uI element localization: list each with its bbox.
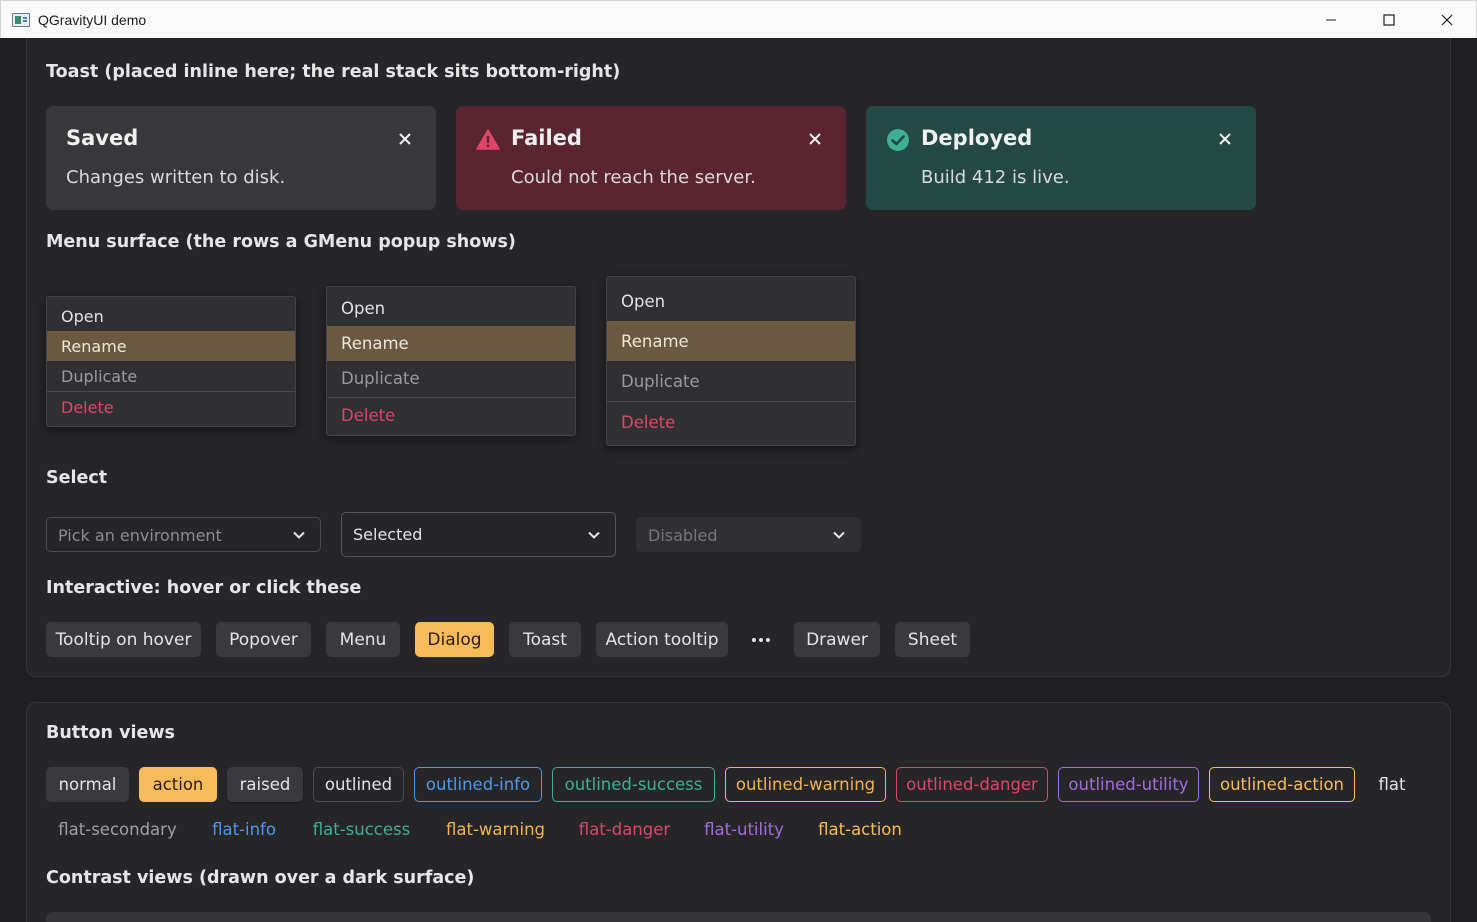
menu-item-duplicate[interactable]: Duplicate: [327, 361, 575, 396]
toast-body: Build 412 is live.: [921, 167, 1070, 188]
toast-close-button[interactable]: [1218, 127, 1232, 151]
select-value: Pick an environment: [58, 526, 222, 545]
button-flat-warning[interactable]: flat-warning: [434, 812, 557, 847]
menu-item-rename[interactable]: Rename: [327, 326, 575, 361]
select-disabled: Disabled: [636, 517, 861, 552]
menu-item-delete[interactable]: Delete: [47, 392, 295, 422]
button-flat-utility[interactable]: flat-utility: [692, 812, 796, 847]
toast-body: Changes written to disk.: [66, 167, 286, 188]
contrast-surface: [46, 912, 1431, 922]
drawer-button[interactable]: Drawer: [794, 622, 880, 657]
button-outlined-warning[interactable]: outlined-warning: [725, 767, 886, 802]
button-flat-success[interactable]: flat-success: [299, 812, 424, 847]
button-flat-action[interactable]: flat-action: [806, 812, 914, 847]
menu-item-open[interactable]: Open: [47, 301, 295, 331]
warning-triangle-icon: [476, 129, 500, 150]
menu-item-delete[interactable]: Delete: [327, 398, 575, 433]
more-horizontal-icon: [752, 637, 770, 642]
contrast-views-heading: Contrast views (drawn over a dark surfac…: [46, 868, 475, 888]
maximize-button[interactable]: [1360, 1, 1418, 38]
button-outlined-success[interactable]: outlined-success: [552, 767, 715, 802]
chevron-down-icon: [588, 531, 600, 539]
window-title: QGravityUI demo: [38, 11, 147, 28]
menu-button[interactable]: Menu: [326, 622, 400, 657]
select-selected[interactable]: Selected: [341, 512, 616, 557]
select-placeholder[interactable]: Pick an environment: [46, 517, 321, 552]
menu-section-heading: Menu surface (the rows a GMenu popup sho…: [46, 232, 516, 252]
button-outlined-action[interactable]: outlined-action: [1209, 767, 1355, 802]
button-outlined-utility[interactable]: outlined-utility: [1058, 767, 1199, 802]
close-window-button[interactable]: [1418, 1, 1476, 38]
menu-small: Open Rename Duplicate Delete: [46, 296, 296, 427]
menu-item-duplicate[interactable]: Duplicate: [607, 361, 855, 401]
toast-failed: Failed Could not reach the server.: [456, 106, 846, 210]
select-value: Disabled: [648, 526, 718, 545]
menu-item-open[interactable]: Open: [327, 291, 575, 326]
sheet-button[interactable]: Sheet: [895, 622, 970, 657]
check-circle-icon: [887, 129, 909, 151]
toast-title: Deployed: [921, 126, 1033, 150]
dialog-button[interactable]: Dialog: [415, 622, 494, 657]
menu-item-delete[interactable]: Delete: [607, 402, 855, 442]
select-section-heading: Select: [46, 468, 108, 488]
button-outlined[interactable]: outlined: [313, 767, 404, 802]
title-bar: QGravityUI demo: [0, 0, 1477, 38]
button-normal[interactable]: normal: [46, 767, 129, 802]
interactive-section-heading: Interactive: hover or click these: [46, 578, 362, 598]
menu-item-rename[interactable]: Rename: [47, 331, 295, 361]
maximize-icon: [1383, 13, 1395, 26]
action-tooltip-button[interactable]: Action tooltip: [596, 622, 728, 657]
chevron-down-icon: [293, 531, 305, 539]
menu-medium: Open Rename Duplicate Delete: [326, 286, 576, 436]
minimize-button[interactable]: [1302, 1, 1360, 38]
menu-item-duplicate[interactable]: Duplicate: [47, 361, 295, 391]
toast-close-button[interactable]: [808, 127, 822, 151]
close-icon: [1219, 133, 1231, 145]
button-outlined-info[interactable]: outlined-info: [414, 767, 542, 802]
close-icon: [399, 133, 411, 145]
toast-body: Could not reach the server.: [511, 167, 756, 188]
button-flat-secondary[interactable]: flat-secondary: [46, 812, 189, 847]
chevron-down-icon: [833, 531, 845, 539]
close-icon: [1441, 14, 1453, 25]
toast-deployed: Deployed Build 412 is live.: [866, 106, 1256, 210]
button-views-heading: Button views: [46, 723, 175, 743]
minimize-icon: [1326, 19, 1336, 20]
menu-item-open[interactable]: Open: [607, 281, 855, 321]
toast-button[interactable]: Toast: [509, 622, 581, 657]
toast-section-heading: Toast (placed inline here; the real stac…: [46, 62, 621, 82]
popover-button[interactable]: Popover: [216, 622, 311, 657]
toast-title: Failed: [511, 126, 582, 150]
window-controls: [1302, 1, 1476, 38]
button-flat[interactable]: flat: [1365, 767, 1419, 802]
app-content: Toast (placed inline here; the real stac…: [0, 38, 1477, 922]
toast-close-button[interactable]: [398, 127, 412, 151]
button-action[interactable]: action: [139, 767, 217, 802]
toast-saved: Saved Changes written to disk.: [46, 106, 436, 210]
button-flat-info[interactable]: flat-info: [199, 812, 289, 847]
toast-title: Saved: [66, 126, 139, 150]
button-outlined-danger[interactable]: outlined-danger: [896, 767, 1048, 802]
close-icon: [809, 133, 821, 145]
tooltip-on-hover-button[interactable]: Tooltip on hover: [46, 622, 201, 657]
select-value: Selected: [353, 525, 423, 544]
menu-large: Open Rename Duplicate Delete: [606, 276, 856, 446]
app-icon: [12, 12, 30, 27]
button-flat-danger[interactable]: flat-danger: [567, 812, 682, 847]
menu-item-rename[interactable]: Rename: [607, 321, 855, 361]
button-raised[interactable]: raised: [227, 767, 303, 802]
more-button[interactable]: [746, 622, 776, 657]
